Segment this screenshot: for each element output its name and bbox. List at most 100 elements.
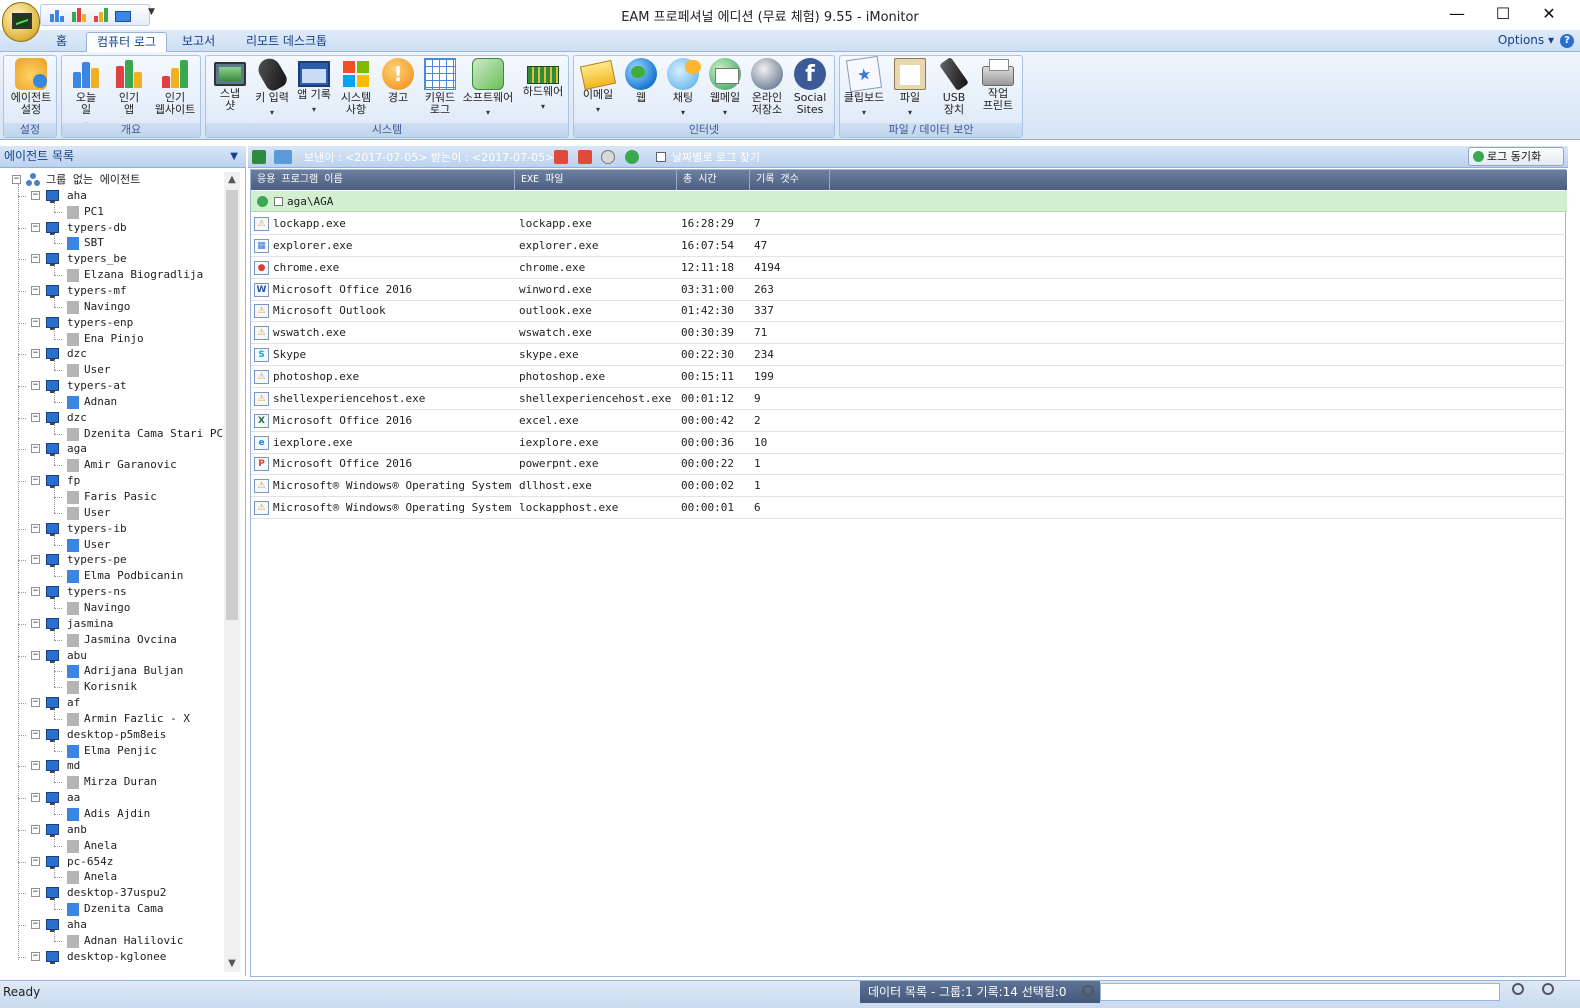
social-sites-button[interactable]: f Social Sites xyxy=(788,58,832,124)
tree-user[interactable]: PC1 xyxy=(0,204,224,220)
collapse-icon[interactable]: − xyxy=(31,476,40,486)
tree-user[interactable]: Navingo xyxy=(0,299,224,315)
tree-computer[interactable]: − md xyxy=(0,758,224,774)
webmail-button[interactable]: 웹메일 ▾ xyxy=(703,58,747,124)
tree-computer[interactable]: − dzc xyxy=(0,410,224,426)
tab-reports[interactable]: 보고서 xyxy=(172,32,225,52)
tree-user[interactable]: Adnan Halilovic xyxy=(0,933,224,949)
collapse-icon[interactable]: − xyxy=(31,349,40,359)
tree-computer[interactable]: − aga xyxy=(0,441,224,457)
table-row[interactable]: ▦ explorer.exe explorer.exe 16:07:54 47 xyxy=(251,235,1567,257)
column-app-name[interactable]: 응용 프로그램 이름 xyxy=(251,170,515,190)
tree-user[interactable]: User xyxy=(0,362,224,378)
table-row[interactable]: X Microsoft Office 2016 excel.exe 00:00:42 2 xyxy=(251,410,1567,432)
tree-root[interactable]: − 그룹 없는 에이전트 xyxy=(0,172,224,188)
tree-user[interactable]: Mirza Duran xyxy=(0,774,224,790)
tree-user[interactable]: Adrijana Buljan xyxy=(0,663,224,679)
zoom-controls[interactable] xyxy=(1512,983,1572,1001)
tree-user[interactable]: Amir Garanovic xyxy=(0,457,224,473)
table-row[interactable]: ● chrome.exe chrome.exe 12:11:18 4194 xyxy=(251,257,1567,279)
collapse-icon[interactable]: − xyxy=(12,175,21,184)
excel-export-icon[interactable] xyxy=(252,150,266,164)
tree-computer[interactable]: − dzc xyxy=(0,346,224,362)
web-button[interactable]: 웹 xyxy=(619,58,663,124)
tree-user[interactable]: Elzana Biogradlija xyxy=(0,267,224,283)
tree-computer[interactable]: − pc-654z xyxy=(0,854,224,870)
tree-computer[interactable]: − desktop-37uspu2 xyxy=(0,885,224,901)
system-info-button[interactable]: 시스템 사항 xyxy=(334,58,378,124)
log-sync-button[interactable]: 로그 동기화 xyxy=(1468,147,1564,166)
collapse-icon[interactable]: − xyxy=(31,824,40,834)
print-jobs-button[interactable]: 작업 프린트 xyxy=(976,58,1020,124)
chevron-down-icon[interactable]: ▼ xyxy=(230,146,238,167)
snapshot-button[interactable]: 스냅 샷 xyxy=(208,58,252,124)
table-row[interactable]: ⚠ photoshop.exe photoshop.exe 00:15:11 199 xyxy=(251,366,1567,388)
table-row[interactable]: ⚠ Microsoft® Windows® Operating System loc… xyxy=(251,497,1567,520)
tree-computer[interactable]: − typers-enp xyxy=(0,315,224,331)
tree-user[interactable]: Elma Penjic xyxy=(0,743,224,759)
alerts-button[interactable]: ! 경고 xyxy=(376,58,420,124)
table-row[interactable]: ⚠ shellexperiencehost.exe shellexperienceh… xyxy=(251,388,1567,410)
tree-computer[interactable]: − typers-pe xyxy=(0,552,224,568)
tree-user[interactable]: Dzenita Cama xyxy=(0,901,224,917)
checkbox-icon[interactable] xyxy=(656,152,666,162)
collapse-icon[interactable]: − xyxy=(31,888,40,898)
tree-computer[interactable]: − anb xyxy=(0,822,224,838)
collapse-icon[interactable]: − xyxy=(31,523,40,533)
tree-user[interactable]: Ena Pinjo xyxy=(0,331,224,347)
usb-device-button[interactable]: USB 장치 xyxy=(932,56,976,124)
expand-group-icon[interactable] xyxy=(257,196,268,207)
tree-computer[interactable]: − aa xyxy=(0,790,224,806)
collapse-icon[interactable]: − xyxy=(31,190,40,200)
tree-user[interactable]: Armin Fazlic - X xyxy=(0,711,224,727)
collapse-icon[interactable]: − xyxy=(31,254,40,264)
column-total-time[interactable]: 총 시간 xyxy=(677,170,750,190)
collapse-icon[interactable]: − xyxy=(31,951,40,961)
scroll-down-icon[interactable]: ▼ xyxy=(224,956,240,972)
tree-user[interactable]: Anela xyxy=(0,869,224,885)
calendar-to-icon[interactable] xyxy=(578,150,592,164)
column-exe-file[interactable]: EXE 파일 xyxy=(515,170,677,190)
collapse-icon[interactable]: − xyxy=(31,761,40,771)
tree-computer[interactable]: − aha xyxy=(0,917,224,933)
tree-computer[interactable]: − typers-at xyxy=(0,378,224,394)
search-by-date-checkbox[interactable]: 날짜별로 로그 찾기 xyxy=(656,149,760,165)
tree-computer[interactable]: − fp xyxy=(0,473,224,489)
zoom-out-icon[interactable] xyxy=(1512,983,1524,995)
app-history-button[interactable]: 앱 기록 ▾ xyxy=(292,58,336,124)
tree-user[interactable]: User xyxy=(0,505,224,521)
tab-remote-desktop[interactable]: 리모트 데스크톱 xyxy=(236,32,337,52)
tree-user[interactable]: Jasmina Ovcina xyxy=(0,632,224,648)
refresh-icon[interactable] xyxy=(625,150,639,164)
tree-computer[interactable]: − typers-db xyxy=(0,220,224,236)
chat-button[interactable]: 채팅 ▾ xyxy=(661,58,705,124)
tree-computer[interactable]: − typers_be xyxy=(0,251,224,267)
report-export-icon[interactable] xyxy=(274,150,292,164)
calendar-from-icon[interactable] xyxy=(554,150,568,164)
tree-user[interactable]: Faris Pasic xyxy=(0,489,224,505)
tree-computer[interactable]: − aha xyxy=(0,188,224,204)
tree-computer[interactable]: − typers-ns xyxy=(0,584,224,600)
top-websites-button[interactable]: 인기 웹사이트 xyxy=(150,58,200,124)
collapse-icon[interactable]: − xyxy=(31,285,40,295)
collapse-icon[interactable]: − xyxy=(31,618,40,628)
today-button[interactable]: 오늘 일 ▾ xyxy=(64,58,108,129)
collapse-icon[interactable]: − xyxy=(31,729,40,739)
table-row[interactable]: e iexplore.exe iexplore.exe 00:00:36 10 xyxy=(251,432,1567,454)
tree-scrollbar[interactable]: ▲ ▼ xyxy=(224,172,240,972)
tree-user[interactable]: Anela xyxy=(0,838,224,854)
group-row[interactable]: aga\AGA xyxy=(251,191,1567,212)
collapse-icon[interactable]: − xyxy=(31,444,40,454)
software-button[interactable]: 소프트웨어 ▾ xyxy=(460,58,516,124)
collapse-icon[interactable]: − xyxy=(31,317,40,327)
table-row[interactable]: ⚠ wswatch.exe wswatch.exe 00:30:39 71 xyxy=(251,322,1567,345)
options-button[interactable]: Options ▾ xyxy=(1498,33,1554,47)
collapse-icon[interactable]: − xyxy=(31,555,40,565)
collapse-icon[interactable]: − xyxy=(31,412,40,422)
table-row[interactable]: W Microsoft Office 2016 winword.exe 03:31:0… xyxy=(251,279,1567,301)
tab-home[interactable]: 홈 xyxy=(46,32,77,52)
tree-user[interactable]: Korisnik xyxy=(0,679,224,695)
tab-computer-log[interactable]: 컴퓨터 로그 xyxy=(86,32,168,53)
collapse-icon[interactable]: − xyxy=(31,222,40,232)
app-logo-icon[interactable] xyxy=(2,2,40,42)
